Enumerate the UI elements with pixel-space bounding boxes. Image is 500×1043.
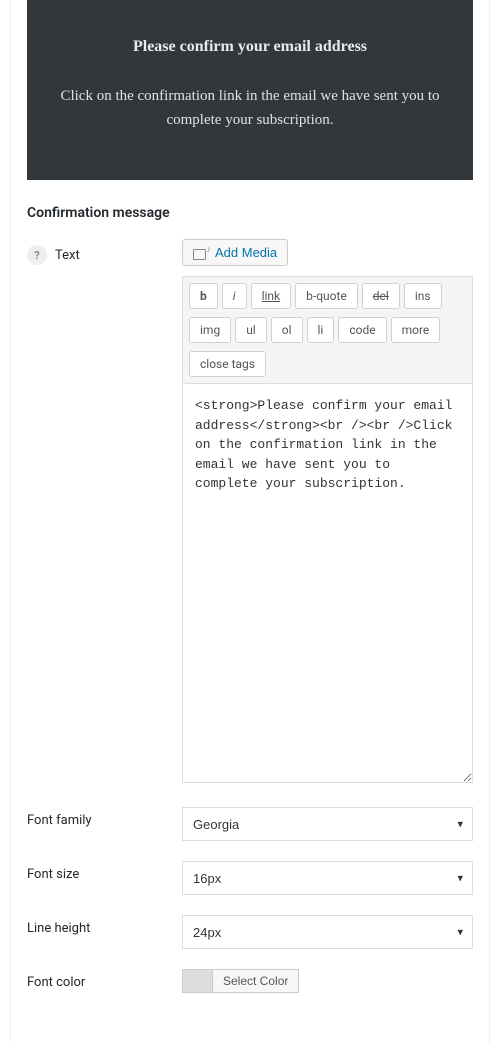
qt-more[interactable]: more: [391, 317, 441, 343]
font-size-control: 16px: [182, 861, 473, 895]
quicktags-toolbar: b i link b-quote del ins img ul ol li co…: [182, 276, 473, 383]
qt-italic[interactable]: i: [222, 283, 247, 309]
qt-bold[interactable]: b: [189, 283, 218, 309]
qt-bquote[interactable]: b-quote: [295, 283, 358, 309]
line-height-select[interactable]: 24px: [182, 915, 473, 949]
qt-ins[interactable]: ins: [404, 283, 442, 309]
font-size-label: Font size: [27, 867, 79, 882]
qt-img[interactable]: img: [189, 317, 231, 343]
text-label: Text: [55, 248, 80, 263]
add-media-label: Add Media: [215, 245, 277, 260]
font-color-label: Font color: [27, 975, 85, 990]
qt-link[interactable]: link: [251, 283, 292, 309]
confirmation-text-input[interactable]: [182, 383, 473, 783]
font-family-label: Font family: [27, 813, 92, 828]
field-label: Font color: [27, 969, 182, 990]
field-label: Font size: [27, 861, 182, 882]
field-label: ? Text: [27, 239, 182, 265]
field-label: Line height: [27, 915, 182, 936]
font-color-control: Select Color: [182, 969, 473, 993]
line-height-control: 24px: [182, 915, 473, 949]
qt-ul[interactable]: ul: [235, 317, 267, 343]
help-icon[interactable]: ?: [27, 245, 47, 265]
preview-body: Click on the confirmation link in the em…: [55, 84, 445, 132]
media-icon: [193, 246, 209, 260]
field-row-text: ? Text Add Media b i link b-quote del in…: [11, 239, 489, 787]
color-swatch[interactable]: [182, 969, 212, 993]
field-row-font-color: Font color Select Color: [11, 969, 489, 993]
font-family-control: Georgia: [182, 807, 473, 841]
field-row-line-height: Line height 24px: [11, 915, 489, 949]
font-family-select[interactable]: Georgia: [182, 807, 473, 841]
field-label: Font family: [27, 807, 182, 828]
confirmation-preview: Please confirm your email address Click …: [27, 0, 473, 180]
field-row-font-family: Font family Georgia: [11, 807, 489, 841]
qt-close-tags[interactable]: close tags: [189, 351, 266, 377]
qt-code[interactable]: code: [338, 317, 386, 343]
section-heading: Confirmation message: [27, 205, 489, 221]
add-media-button[interactable]: Add Media: [182, 239, 288, 266]
qt-ol[interactable]: ol: [271, 317, 303, 343]
qt-li[interactable]: li: [307, 317, 335, 343]
select-color-button[interactable]: Select Color: [212, 969, 299, 993]
font-size-select[interactable]: 16px: [182, 861, 473, 895]
qt-del[interactable]: del: [362, 283, 400, 309]
settings-panel: Please confirm your email address Click …: [10, 0, 490, 1043]
editor-wrap: Add Media b i link b-quote del ins img u…: [182, 239, 473, 787]
field-row-font-size: Font size 16px: [11, 861, 489, 895]
color-picker: Select Color: [182, 969, 473, 993]
preview-title: Please confirm your email address: [55, 38, 445, 56]
line-height-label: Line height: [27, 921, 90, 936]
